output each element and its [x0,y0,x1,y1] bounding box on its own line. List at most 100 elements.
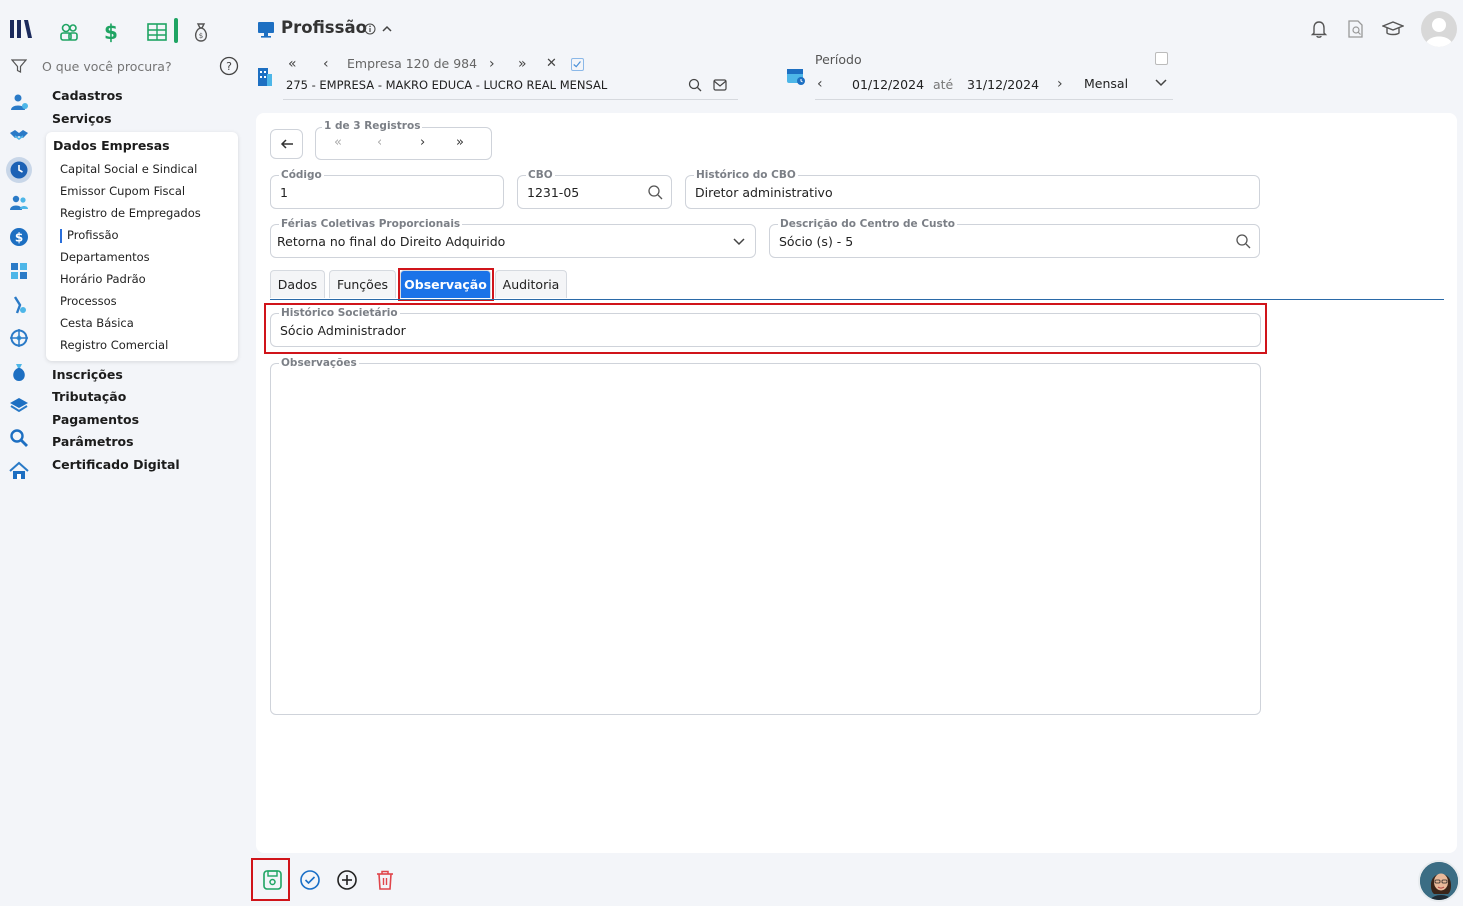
menu-cadastros[interactable]: Cadastros [52,88,123,103]
submenu-item-processos[interactable]: Processos [60,294,117,308]
submenu-item-registro-comercial[interactable]: Registro Comercial [60,338,168,352]
menu-pagamentos[interactable]: Pagamentos [52,412,139,427]
menu-tributacao[interactable]: Tributação [52,389,126,404]
company-counter-label: Empresa [347,56,402,71]
home-icon[interactable] [8,460,30,482]
field-highlight [264,303,1267,354]
first-record-button[interactable]: « [334,135,342,150]
submenu-item-capital-social[interactable]: Capital Social e Sindical [60,162,197,176]
first-company-button[interactable]: « [288,56,297,72]
period-start[interactable]: 01/12/2024 [852,77,924,92]
handshake-icon[interactable] [8,124,30,146]
period-ate: até [933,77,954,92]
last-company-button[interactable]: » [518,56,527,72]
company-search-icon[interactable] [688,78,702,92]
worker-icon[interactable] [8,294,30,316]
submenu-group-title[interactable]: Dados Empresas [53,138,170,153]
search-icon[interactable] [8,427,30,449]
money-bag-module-icon[interactable]: $ [191,21,211,43]
money-bag-icon[interactable] [8,361,30,383]
codigo-field[interactable]: Código 1 [270,168,504,209]
spreadsheet-module-icon[interactable] [146,21,168,43]
menu-inscricoes[interactable]: Inscrições [52,367,123,382]
company-checkbox[interactable] [571,58,584,71]
company-name[interactable]: 275 - EMPRESA - MAKRO EDUCA - LUCRO REAL… [286,78,607,92]
filter-icon[interactable] [10,58,28,74]
ferias-label: Férias Coletivas Proporcionais [279,217,463,231]
delete-button[interactable] [375,869,395,891]
submenu-dados-empresas: Dados Empresas Capital Social e Sindical… [46,132,238,361]
calculator-icon[interactable] [8,260,30,282]
avatar[interactable] [1421,11,1457,47]
app-logo[interactable] [9,17,33,41]
cbo-label: CBO [526,168,555,182]
period-checkbox[interactable] [1155,52,1168,65]
submenu-item-departamentos[interactable]: Departamentos [60,250,150,264]
submenu-item-emissor-cupom[interactable]: Emissor Cupom Fiscal [60,184,185,198]
observacoes-label: Observações [279,356,359,370]
submenu-item-cesta-basica[interactable]: Cesta Básica [60,316,134,330]
tab-auditoria[interactable]: Auditoria [495,270,567,298]
historico-cbo-label: Histórico do CBO [694,168,798,182]
monitor-icon [257,21,275,38]
menu-parametros[interactable]: Parâmetros [52,434,134,449]
settings-network-icon[interactable] [8,327,30,349]
codigo-value: 1 [280,185,288,200]
cbo-field[interactable]: CBO 1231-05 [517,168,672,209]
mail-icon[interactable] [713,79,727,91]
observacoes-textarea[interactable]: Observações [270,356,1261,715]
dollar-module-icon[interactable]: $ [104,21,122,43]
confirm-button[interactable] [299,869,321,891]
prev-record-button[interactable]: ‹ [377,135,382,150]
tab-highlight [398,268,494,301]
submenu-active-indicator [60,229,62,243]
back-button[interactable] [270,129,303,159]
record-counter: 1 de 3 Registros [322,120,423,132]
next-record-button[interactable]: › [420,135,425,150]
ferias-chevron-down-icon[interactable] [731,233,747,249]
centro-custo-search-icon[interactable] [1235,233,1251,249]
submenu-item-profissao[interactable]: Profissão [67,228,119,242]
company-icon [257,67,273,87]
submenu-item-horario-padrao[interactable]: Horário Padrão [60,272,146,286]
last-record-button[interactable]: » [456,135,464,150]
document-search-icon[interactable] [1347,19,1365,39]
clock-icon[interactable] [6,157,32,183]
graduation-cap-icon[interactable] [1381,19,1405,39]
company-counter: Empresa 120 de 984 [347,56,477,71]
people-icon[interactable] [8,192,30,214]
add-button[interactable] [336,869,358,891]
search-input[interactable] [42,56,212,76]
next-period-button[interactable]: › [1057,76,1063,92]
prev-company-button[interactable]: ‹ [323,56,329,72]
chevron-up-icon[interactable] [381,23,393,35]
period-end[interactable]: 31/12/2024 [967,77,1039,92]
cbo-search-icon[interactable] [647,184,663,200]
submenu-item-registro-empregados[interactable]: Registro de Empregados [60,206,201,220]
menu-servicos[interactable]: Serviços [52,111,112,126]
close-icon[interactable]: ✕ [546,56,557,71]
info-icon[interactable] [364,23,376,35]
next-company-button[interactable]: › [489,56,495,72]
assistant-avatar[interactable] [1418,860,1460,902]
prev-period-button[interactable]: ‹ [817,76,823,92]
period-label: Período [815,52,862,67]
centro-custo-field[interactable]: Descrição do Centro de Custo Sócio (s) -… [769,217,1260,258]
ferias-select[interactable]: Férias Coletivas Proporcionais Retorna n… [270,217,756,258]
menu-certificado-digital[interactable]: Certificado Digital [52,457,180,472]
chevron-down-icon[interactable] [1154,77,1168,89]
help-icon[interactable]: ? [219,56,239,76]
svg-text:$: $ [15,231,23,245]
users-module-icon[interactable] [58,21,80,43]
company-counter-total: 984 [453,56,478,71]
calendar-icon [786,66,806,86]
bell-icon[interactable] [1310,19,1328,39]
dollar-circle-icon[interactable]: $ [8,226,30,248]
tab-funcoes[interactable]: Funções [329,270,396,298]
person-icon[interactable] [8,91,30,113]
tab-dados[interactable]: Dados [270,270,325,298]
period-mode-select[interactable]: Mensal [1084,76,1128,91]
historico-cbo-field[interactable]: Histórico do CBO Diretor administrativo [685,168,1260,209]
layers-icon[interactable] [8,394,30,416]
centro-custo-value: Sócio (s) - 5 [779,234,854,249]
